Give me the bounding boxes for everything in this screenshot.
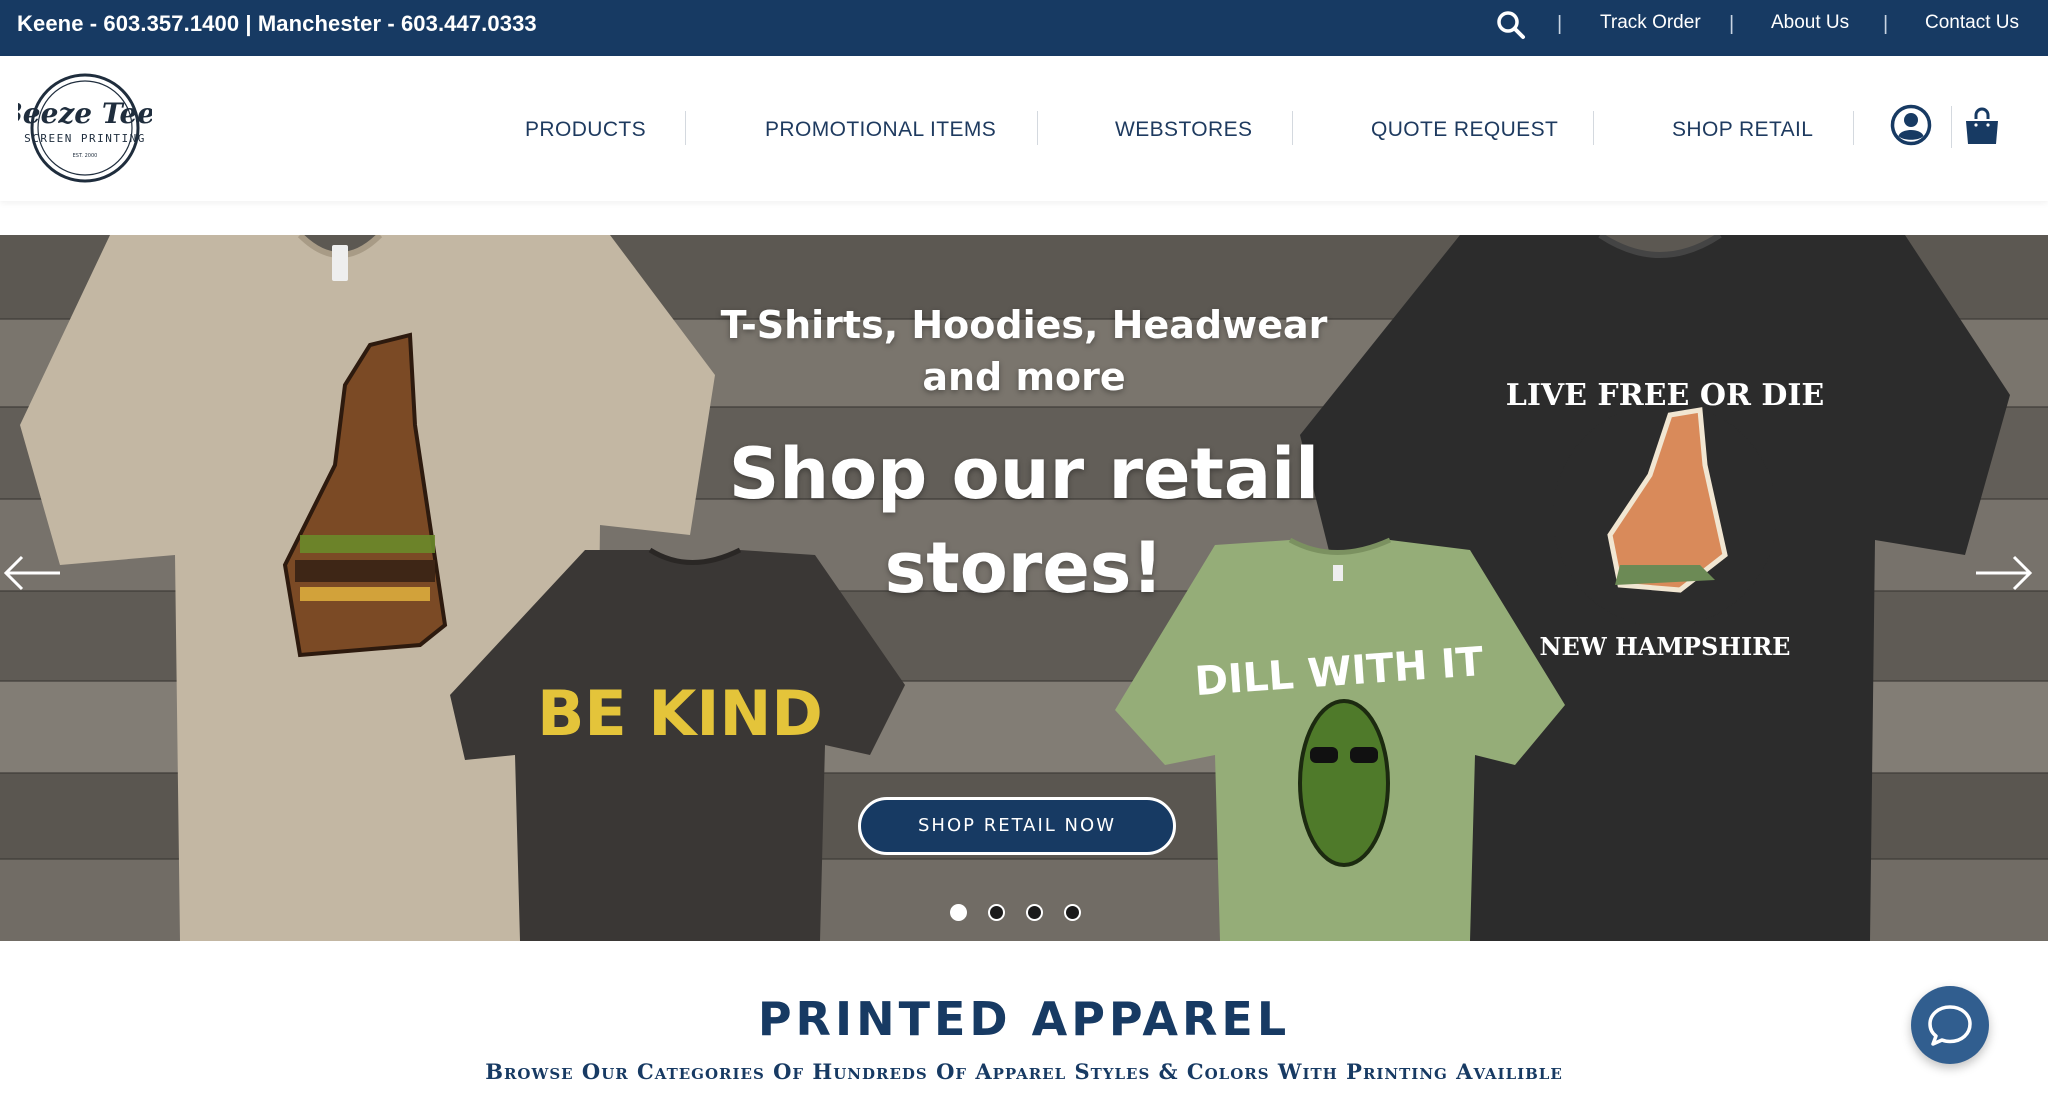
top-utility-bar: Keene - 603.357.1400 | Manchester - 603.… (0, 0, 2048, 56)
hero-carousel: BE KIND DILL WITH IT LIVE FREE OR DIE NE… (0, 235, 2048, 941)
hero-subheading-line1: T-Shirts, Hoodies, Headwear (720, 303, 1328, 347)
nav-divider (1951, 106, 1952, 148)
carousel-next-arrow-icon[interactable] (1974, 553, 2034, 593)
nav-divider (1037, 111, 1038, 145)
be-kind-print: BE KIND (537, 677, 823, 750)
carousel-dot-1[interactable] (950, 904, 967, 921)
logo-est-text: EST. 2000 (73, 153, 98, 159)
nav-divider (1853, 111, 1854, 145)
carousel-dot-4[interactable] (1064, 904, 1081, 921)
shopping-bag-icon[interactable] (1962, 106, 2002, 146)
hero-subheading-line2: and more (922, 355, 1126, 399)
nav-products[interactable]: PRODUCTS (525, 118, 646, 142)
printed-apparel-subtitle: Browse Our Categories Of Hundreds Of App… (485, 1059, 1563, 1084)
track-order-link[interactable]: Track Order (1600, 12, 1701, 34)
logo-tagline-text: SCREEN PRINTING (24, 132, 146, 145)
carousel-pagination (950, 904, 1110, 924)
main-header: Beeze Tees SCREEN PRINTING EST. 2000 PRO… (0, 56, 2048, 201)
about-us-link[interactable]: About Us (1771, 12, 1849, 34)
nav-divider (1593, 111, 1594, 145)
hero-heading-line2: stores! (884, 527, 1164, 609)
carousel-prev-arrow-icon[interactable] (2, 553, 62, 593)
logo-brand-text: Beeze Tees (18, 97, 152, 130)
divider: | (1883, 13, 1889, 35)
carousel-dot-3[interactable] (1026, 904, 1043, 921)
dill-with-it-print: DILL WITH IT (1193, 639, 1485, 705)
divider: | (1557, 13, 1563, 35)
nav-shop-retail[interactable]: SHOP RETAIL (1672, 118, 1813, 142)
beeze-tees-logo[interactable]: Beeze Tees SCREEN PRINTING EST. 2000 (0, 71, 171, 185)
divider: | (1729, 13, 1735, 35)
shop-retail-now-button[interactable]: SHOP RETAIL NOW (858, 797, 1176, 855)
nav-quote-request[interactable]: QUOTE REQUEST (1371, 118, 1558, 142)
user-account-icon[interactable] (1890, 104, 1932, 146)
printed-apparel-title: PRINTED APPAREL (757, 992, 1291, 1046)
hero-heading-line1: Shop our retail (728, 433, 1320, 515)
store-phone-numbers: Keene - 603.357.1400 | Manchester - 603.… (17, 11, 537, 36)
new-hampshire-print: NEW HAMPSHIRE (1540, 632, 1791, 661)
chat-bubble-icon[interactable] (1911, 986, 1989, 1064)
search-icon[interactable] (1495, 9, 1527, 41)
nav-webstores[interactable]: WEBSTORES (1115, 118, 1252, 142)
nav-promotional-items[interactable]: PROMOTIONAL ITEMS (765, 118, 996, 142)
contact-us-link[interactable]: Contact Us (1925, 12, 2019, 34)
hero-subheading: T-Shirts, Hoodies, Headwear and more (0, 299, 2048, 403)
hero-heading: Shop our retail stores! (0, 427, 2048, 615)
nav-divider (1292, 111, 1293, 145)
carousel-dot-2[interactable] (988, 904, 1005, 921)
nav-divider (685, 111, 686, 145)
